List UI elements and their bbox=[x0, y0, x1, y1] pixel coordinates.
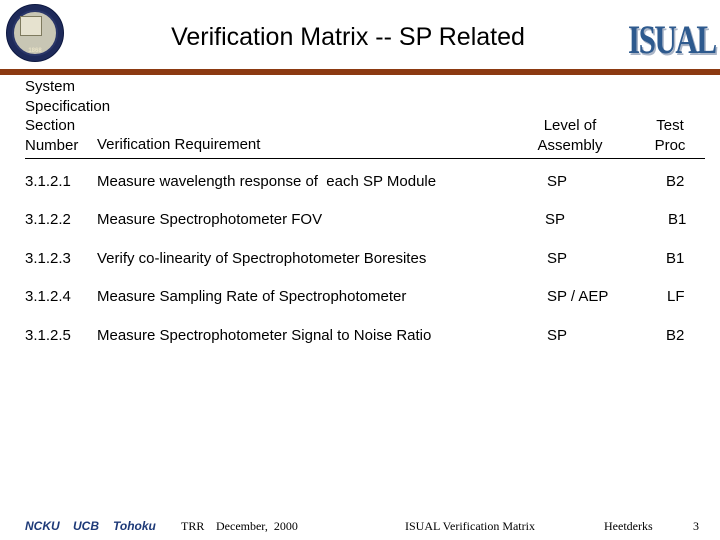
header-line: System bbox=[25, 78, 76, 95]
header-line: Proc bbox=[654, 136, 686, 154]
level-of-assembly: SP bbox=[545, 211, 566, 228]
test-proc: B2 bbox=[666, 327, 685, 344]
footer-review: TRR bbox=[181, 519, 205, 533]
header-line: Test bbox=[656, 117, 684, 134]
footer-institution-ncku: NCKU bbox=[25, 519, 60, 533]
section-number: 3.1.2.2 bbox=[25, 211, 71, 228]
level-of-assembly: SP bbox=[547, 250, 568, 267]
column-header-level-of-assembly: Level of Assembly bbox=[530, 116, 610, 155]
section-number: 3.1.2.1 bbox=[25, 173, 71, 190]
column-header-requirement: Verification Requirement bbox=[97, 136, 261, 153]
test-proc: B1 bbox=[666, 250, 685, 267]
slide-title: Verification Matrix -- SP Related bbox=[171, 23, 525, 51]
section-number: 3.1.2.3 bbox=[25, 250, 71, 267]
isual-logo: ISUAL bbox=[628, 17, 717, 62]
requirement: Verify co-linearity of Spectrophotometer… bbox=[97, 250, 427, 267]
requirement: Measure Spectrophotometer FOV bbox=[97, 211, 323, 228]
footer-document-title: ISUAL Verification Matrix bbox=[405, 519, 535, 533]
page-number: 3 bbox=[693, 519, 699, 533]
footer-institution-ucb: UCB bbox=[73, 519, 99, 533]
level-of-assembly: SP / AEP bbox=[547, 288, 609, 305]
requirement: Measure wavelength response of each SP M… bbox=[97, 173, 437, 190]
requirement: Measure Spectrophotometer Signal to Nois… bbox=[97, 327, 432, 344]
footer-institution-tohoku: Tohoku bbox=[113, 519, 156, 533]
header-divider bbox=[25, 158, 705, 159]
table-row: 3.1.2.2 Measure Spectrophotometer FOV SP… bbox=[0, 211, 720, 231]
table-row: 3.1.2.4 Measure Sampling Rate of Spectro… bbox=[0, 288, 720, 308]
level-of-assembly: SP bbox=[547, 327, 568, 344]
requirement: Measure Sampling Rate of Spectrophotomet… bbox=[97, 288, 407, 305]
table-row: 3.1.2.1 Measure wavelength response of e… bbox=[0, 173, 720, 193]
table-row: 3.1.2.3 Verify co-linearity of Spectroph… bbox=[0, 250, 720, 270]
table-row: 3.1.2.5 Measure Spectrophotometer Signal… bbox=[0, 327, 720, 347]
footer-author: Heetderks bbox=[604, 519, 653, 533]
footer-date: December, 2000 bbox=[216, 519, 298, 533]
column-header-test-proc: Test Proc bbox=[645, 116, 695, 155]
test-proc: LF bbox=[667, 288, 685, 305]
level-of-assembly: SP bbox=[547, 173, 568, 190]
header-line: Level of bbox=[543, 117, 597, 134]
header-line: Specification bbox=[25, 97, 111, 115]
header-rule bbox=[0, 69, 720, 75]
test-proc: B2 bbox=[666, 173, 685, 190]
header-line: Assembly bbox=[537, 136, 603, 154]
section-number: 3.1.2.5 bbox=[25, 327, 71, 344]
section-number: 3.1.2.4 bbox=[25, 288, 71, 305]
test-proc: B1 bbox=[668, 211, 687, 228]
header-line: Section bbox=[25, 117, 76, 134]
